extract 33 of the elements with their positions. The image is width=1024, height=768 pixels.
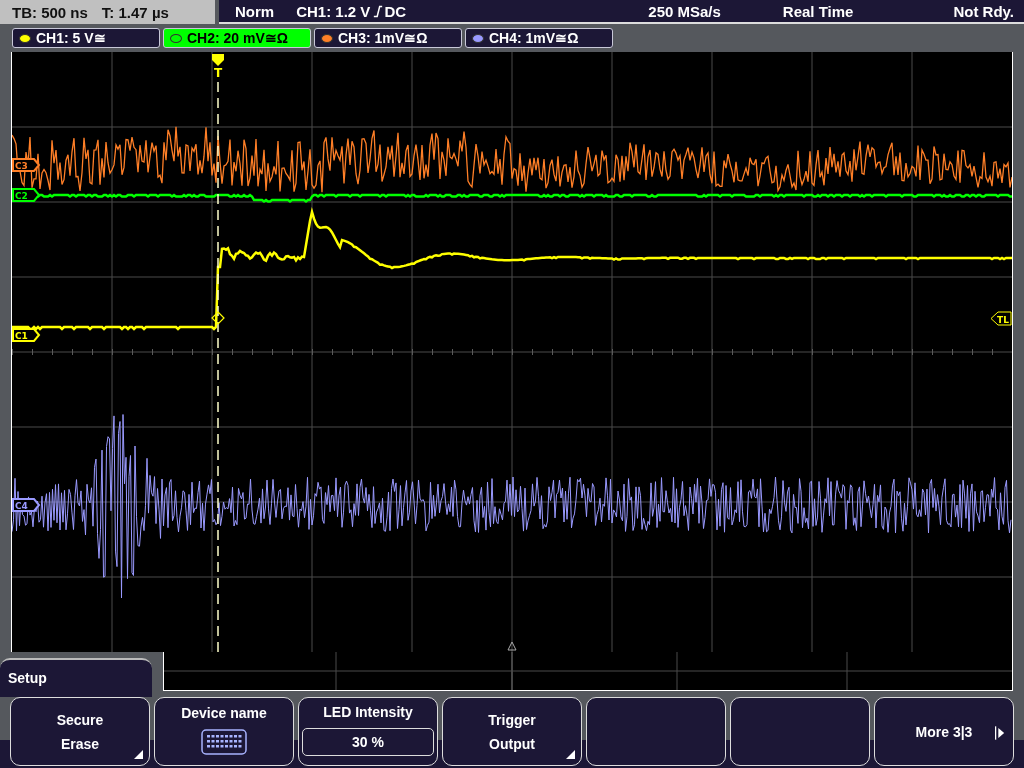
channel-tab[interactable]: CH2: 20 mV≅Ω bbox=[163, 28, 311, 48]
trigger-time-text: T: 1.47 µs bbox=[101, 3, 169, 21]
softkey-button[interactable]: More 3|3 bbox=[874, 697, 1014, 766]
channel-tab[interactable]: CH4: 1mV≅Ω bbox=[465, 28, 613, 48]
menu-title: Setup bbox=[0, 658, 152, 697]
trigger-source-text: CH1: 1.2 V bbox=[296, 2, 371, 20]
center-marker-icon bbox=[507, 641, 517, 651]
channel-tab[interactable]: CH1: 5 V≅ bbox=[12, 28, 160, 48]
corner-triangle-icon bbox=[134, 750, 143, 759]
acquisition-mode-text: Real Time bbox=[782, 2, 854, 20]
softkey-button[interactable] bbox=[586, 697, 726, 766]
softkey-button[interactable]: Trigger Output bbox=[442, 697, 582, 766]
channel-marker[interactable]: C3 bbox=[12, 158, 41, 172]
keyboard-icon bbox=[201, 728, 247, 755]
next-arrow-icon bbox=[995, 726, 1005, 740]
softkey-button[interactable]: Device name bbox=[154, 697, 294, 766]
value-field[interactable]: 30 % bbox=[302, 727, 434, 756]
trigger-status-text: Not Rdy. bbox=[953, 2, 1014, 20]
rising-edge-icon bbox=[373, 4, 384, 18]
channel-tab[interactable]: CH3: 1mV≅Ω bbox=[314, 28, 462, 48]
corner-triangle-icon bbox=[566, 750, 575, 759]
trigger-point-icon bbox=[211, 311, 225, 325]
trigger-mode-text: Norm bbox=[235, 2, 275, 20]
channel-marker[interactable]: C2 bbox=[12, 188, 41, 202]
timebase-text: TB: 500 ns bbox=[12, 3, 88, 21]
channel-marker[interactable]: C4 bbox=[12, 498, 41, 512]
softkey-button[interactable]: Secure Erase bbox=[10, 697, 150, 766]
sample-rate-text: 250 MSa/s bbox=[648, 2, 721, 20]
softkey-button[interactable] bbox=[730, 697, 870, 766]
channel-marker[interactable]: C1 bbox=[12, 328, 41, 342]
trigger-coupling-text: DC bbox=[384, 2, 407, 20]
trigger-level-marker[interactable]: TL bbox=[990, 311, 1012, 326]
softkey-button[interactable]: LED Intensity 30 % bbox=[298, 697, 438, 766]
